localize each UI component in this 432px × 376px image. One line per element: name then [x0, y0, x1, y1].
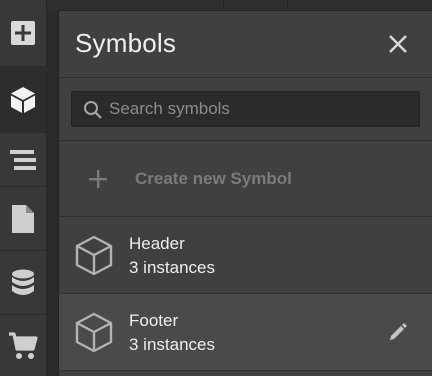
close-icon	[389, 35, 407, 53]
toolbar-divider	[287, 0, 288, 10]
cube-icon	[75, 235, 113, 276]
symbol-name: Footer	[129, 311, 179, 330]
symbol-item[interactable]: Header 3 instances	[59, 217, 432, 294]
pages-icon	[12, 204, 34, 233]
search-box[interactable]	[71, 91, 420, 127]
symbol-item[interactable]: Footer 3 instances	[59, 294, 432, 371]
symbol-instance-count: 3 instances	[129, 258, 215, 277]
symbol-name: Header	[129, 234, 185, 253]
cms-database-icon	[12, 269, 34, 295]
rail-pages-button[interactable]	[0, 187, 46, 251]
rail-navigator-button[interactable]	[0, 133, 46, 187]
rail-symbols-button[interactable]	[0, 67, 46, 133]
rail-cms-button[interactable]	[0, 251, 46, 315]
create-symbol-label: Create new Symbol	[135, 169, 292, 188]
add-panel-icon	[11, 21, 35, 45]
toolbar-divider	[223, 0, 224, 10]
search-input[interactable]	[109, 92, 409, 126]
panel-title: Symbols	[75, 28, 177, 58]
search-section	[59, 78, 432, 141]
top-toolbar-strip	[47, 0, 432, 10]
navigator-icon	[10, 149, 36, 170]
app-window: Symbols Create new Symb	[0, 0, 432, 376]
edit-pencil-icon[interactable]	[387, 321, 409, 343]
symbol-instance-count: 3 instances	[129, 335, 215, 354]
plus-icon	[89, 170, 107, 188]
left-sidebar-rail	[0, 0, 47, 376]
rail-ecommerce-button[interactable]	[0, 315, 46, 376]
close-button[interactable]	[385, 31, 411, 57]
symbols-panel: Symbols Create new Symb	[58, 10, 432, 376]
search-icon	[84, 101, 102, 119]
create-symbol-button[interactable]: Create new Symbol	[59, 141, 432, 217]
cube-icon	[75, 312, 113, 353]
rail-add-button[interactable]	[0, 0, 46, 67]
symbols-cube-icon	[11, 86, 35, 113]
ecommerce-cart-icon	[9, 331, 38, 359]
panel-header: Symbols	[59, 11, 432, 78]
